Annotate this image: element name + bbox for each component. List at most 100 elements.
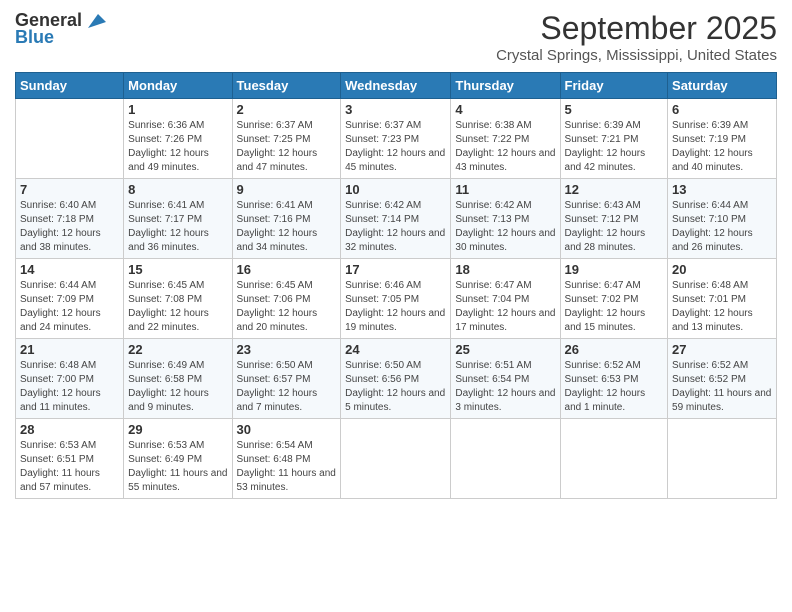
- calendar-cell: [16, 99, 124, 179]
- day-number: 4: [455, 102, 555, 117]
- day-info: Sunrise: 6:52 AMSunset: 6:52 PMDaylight:…: [672, 359, 772, 415]
- calendar-cell: 5 Sunrise: 6:39 AMSunset: 7:21 PMDaylight…: [560, 99, 668, 179]
- calendar-cell: 27Sunrise: 6:52 AMSunset: 6:52 PMDayligh…: [668, 339, 777, 419]
- day-info: Sunrise: 6:48 AMSunset: 7:01 PMDaylight:…: [672, 279, 772, 335]
- day-number: 11: [455, 182, 555, 197]
- day-number: 18: [455, 262, 555, 277]
- day-info: Sunrise: 6:43 AMSunset: 7:12 PMDaylight:…: [565, 199, 664, 255]
- calendar-cell: 29 Sunrise: 6:53 AMSunset: 6:49 PMDayligh…: [124, 419, 232, 499]
- day-number: 24: [345, 342, 446, 357]
- day-info: Sunrise: 6:48 AMSunset: 7:00 PMDaylight:…: [20, 359, 119, 415]
- day-info: Sunrise: 6:39 AMSunset: 7:21 PMDaylight:…: [565, 119, 664, 175]
- day-info: Sunrise: 6:47 AMSunset: 7:04 PMDaylight:…: [455, 279, 555, 335]
- day-info: Sunrise: 6:39 AMSunset: 7:19 PMDaylight:…: [672, 119, 772, 175]
- logo-blue: Blue: [15, 27, 54, 48]
- calendar-cell: [560, 419, 668, 499]
- day-info: Sunrise: 6:45 AMSunset: 7:08 PMDaylight:…: [128, 279, 227, 335]
- weekday-header: Saturday: [668, 73, 777, 99]
- day-number: 15: [128, 262, 227, 277]
- day-info: Sunrise: 6:37 AMSunset: 7:23 PMDaylight:…: [345, 119, 446, 175]
- day-number: 19: [565, 262, 664, 277]
- day-number: 3: [345, 102, 446, 117]
- calendar-week-row: 7 Sunrise: 6:40 AMSunset: 7:18 PMDaylight…: [16, 179, 777, 259]
- day-info: Sunrise: 6:53 AMSunset: 6:51 PMDaylight:…: [20, 439, 119, 495]
- calendar-cell: 10Sunrise: 6:42 AMSunset: 7:14 PMDayligh…: [341, 179, 451, 259]
- day-number: 10: [345, 182, 446, 197]
- weekday-header: Friday: [560, 73, 668, 99]
- calendar-cell: 8 Sunrise: 6:41 AMSunset: 7:17 PMDaylight…: [124, 179, 232, 259]
- day-number: 16: [237, 262, 337, 277]
- weekday-header: Thursday: [451, 73, 560, 99]
- calendar-cell: 9 Sunrise: 6:41 AMSunset: 7:16 PMDaylight…: [232, 179, 341, 259]
- day-info: Sunrise: 6:37 AMSunset: 7:25 PMDaylight:…: [237, 119, 337, 175]
- day-number: 14: [20, 262, 119, 277]
- day-info: Sunrise: 6:46 AMSunset: 7:05 PMDaylight:…: [345, 279, 446, 335]
- day-number: 1: [128, 102, 227, 117]
- day-info: Sunrise: 6:50 AMSunset: 6:57 PMDaylight:…: [237, 359, 337, 415]
- day-number: 23: [237, 342, 337, 357]
- calendar-week-row: 14Sunrise: 6:44 AMSunset: 7:09 PMDayligh…: [16, 259, 777, 339]
- calendar-week-row: 1 Sunrise: 6:36 AMSunset: 7:26 PMDaylight…: [16, 99, 777, 179]
- day-number: 7: [20, 182, 119, 197]
- weekday-header: Monday: [124, 73, 232, 99]
- header: General Blue September 2025 Crystal Spri…: [15, 10, 777, 64]
- calendar-table: SundayMondayTuesdayWednesdayThursdayFrid…: [15, 72, 777, 499]
- day-info: Sunrise: 6:47 AMSunset: 7:02 PMDaylight:…: [565, 279, 664, 335]
- logo-icon: [84, 12, 106, 30]
- day-number: 13: [672, 182, 772, 197]
- day-info: Sunrise: 6:41 AMSunset: 7:16 PMDaylight:…: [237, 199, 337, 255]
- weekday-header: Sunday: [16, 73, 124, 99]
- calendar-cell: 26Sunrise: 6:52 AMSunset: 6:53 PMDayligh…: [560, 339, 668, 419]
- day-number: 12: [565, 182, 664, 197]
- calendar-cell: 12 Sunrise: 6:43 AMSunset: 7:12 PMDayligh…: [560, 179, 668, 259]
- calendar-cell: 22Sunrise: 6:49 AMSunset: 6:58 PMDayligh…: [124, 339, 232, 419]
- calendar-cell: 11Sunrise: 6:42 AMSunset: 7:13 PMDayligh…: [451, 179, 560, 259]
- calendar-cell: 3 Sunrise: 6:37 AMSunset: 7:23 PMDaylight…: [341, 99, 451, 179]
- day-info: Sunrise: 6:50 AMSunset: 6:56 PMDaylight:…: [345, 359, 446, 415]
- calendar-cell: 18 Sunrise: 6:47 AMSunset: 7:04 PMDayligh…: [451, 259, 560, 339]
- day-number: 5: [565, 102, 664, 117]
- day-info: Sunrise: 6:49 AMSunset: 6:58 PMDaylight:…: [128, 359, 227, 415]
- logo: General Blue: [15, 10, 106, 48]
- day-info: Sunrise: 6:44 AMSunset: 7:10 PMDaylight:…: [672, 199, 772, 255]
- calendar-cell: 25 Sunrise: 6:51 AMSunset: 6:54 PMDayligh…: [451, 339, 560, 419]
- day-number: 28: [20, 422, 119, 437]
- day-info: Sunrise: 6:38 AMSunset: 7:22 PMDaylight:…: [455, 119, 555, 175]
- calendar-cell: 19 Sunrise: 6:47 AMSunset: 7:02 PMDayligh…: [560, 259, 668, 339]
- calendar-cell: 4 Sunrise: 6:38 AMSunset: 7:22 PMDaylight…: [451, 99, 560, 179]
- calendar-cell: 15 Sunrise: 6:45 AMSunset: 7:08 PMDayligh…: [124, 259, 232, 339]
- day-number: 30: [237, 422, 337, 437]
- day-number: 2: [237, 102, 337, 117]
- day-number: 6: [672, 102, 772, 117]
- calendar-cell: 1 Sunrise: 6:36 AMSunset: 7:26 PMDaylight…: [124, 99, 232, 179]
- calendar-cell: [451, 419, 560, 499]
- calendar-week-row: 28 Sunrise: 6:53 AMSunset: 6:51 PMDayligh…: [16, 419, 777, 499]
- calendar-cell: 28 Sunrise: 6:53 AMSunset: 6:51 PMDayligh…: [16, 419, 124, 499]
- day-number: 20: [672, 262, 772, 277]
- day-info: Sunrise: 6:54 AMSunset: 6:48 PMDaylight:…: [237, 439, 337, 495]
- weekday-header: Tuesday: [232, 73, 341, 99]
- day-info: Sunrise: 6:45 AMSunset: 7:06 PMDaylight:…: [237, 279, 337, 335]
- main-title: September 2025: [496, 10, 777, 47]
- day-number: 29: [128, 422, 227, 437]
- day-info: Sunrise: 6:41 AMSunset: 7:17 PMDaylight:…: [128, 199, 227, 255]
- calendar-cell: 30 Sunrise: 6:54 AMSunset: 6:48 PMDayligh…: [232, 419, 341, 499]
- day-info: Sunrise: 6:40 AMSunset: 7:18 PMDaylight:…: [20, 199, 119, 255]
- calendar-cell: 2 Sunrise: 6:37 AMSunset: 7:25 PMDaylight…: [232, 99, 341, 179]
- sub-title: Crystal Springs, Mississippi, United Sta…: [496, 47, 777, 64]
- calendar-week-row: 21 Sunrise: 6:48 AMSunset: 7:00 PMDayligh…: [16, 339, 777, 419]
- calendar-cell: 20 Sunrise: 6:48 AMSunset: 7:01 PMDayligh…: [668, 259, 777, 339]
- day-info: Sunrise: 6:36 AMSunset: 7:26 PMDaylight:…: [128, 119, 227, 175]
- day-number: 9: [237, 182, 337, 197]
- day-number: 25: [455, 342, 555, 357]
- page: General Blue September 2025 Crystal Spri…: [0, 0, 792, 612]
- day-number: 8: [128, 182, 227, 197]
- day-number: 26: [565, 342, 664, 357]
- day-number: 21: [20, 342, 119, 357]
- calendar-cell: 23 Sunrise: 6:50 AMSunset: 6:57 PMDayligh…: [232, 339, 341, 419]
- calendar-cell: 14Sunrise: 6:44 AMSunset: 7:09 PMDayligh…: [16, 259, 124, 339]
- calendar-cell: 24 Sunrise: 6:50 AMSunset: 6:56 PMDayligh…: [341, 339, 451, 419]
- day-info: Sunrise: 6:51 AMSunset: 6:54 PMDaylight:…: [455, 359, 555, 415]
- day-number: 17: [345, 262, 446, 277]
- day-info: Sunrise: 6:53 AMSunset: 6:49 PMDaylight:…: [128, 439, 227, 495]
